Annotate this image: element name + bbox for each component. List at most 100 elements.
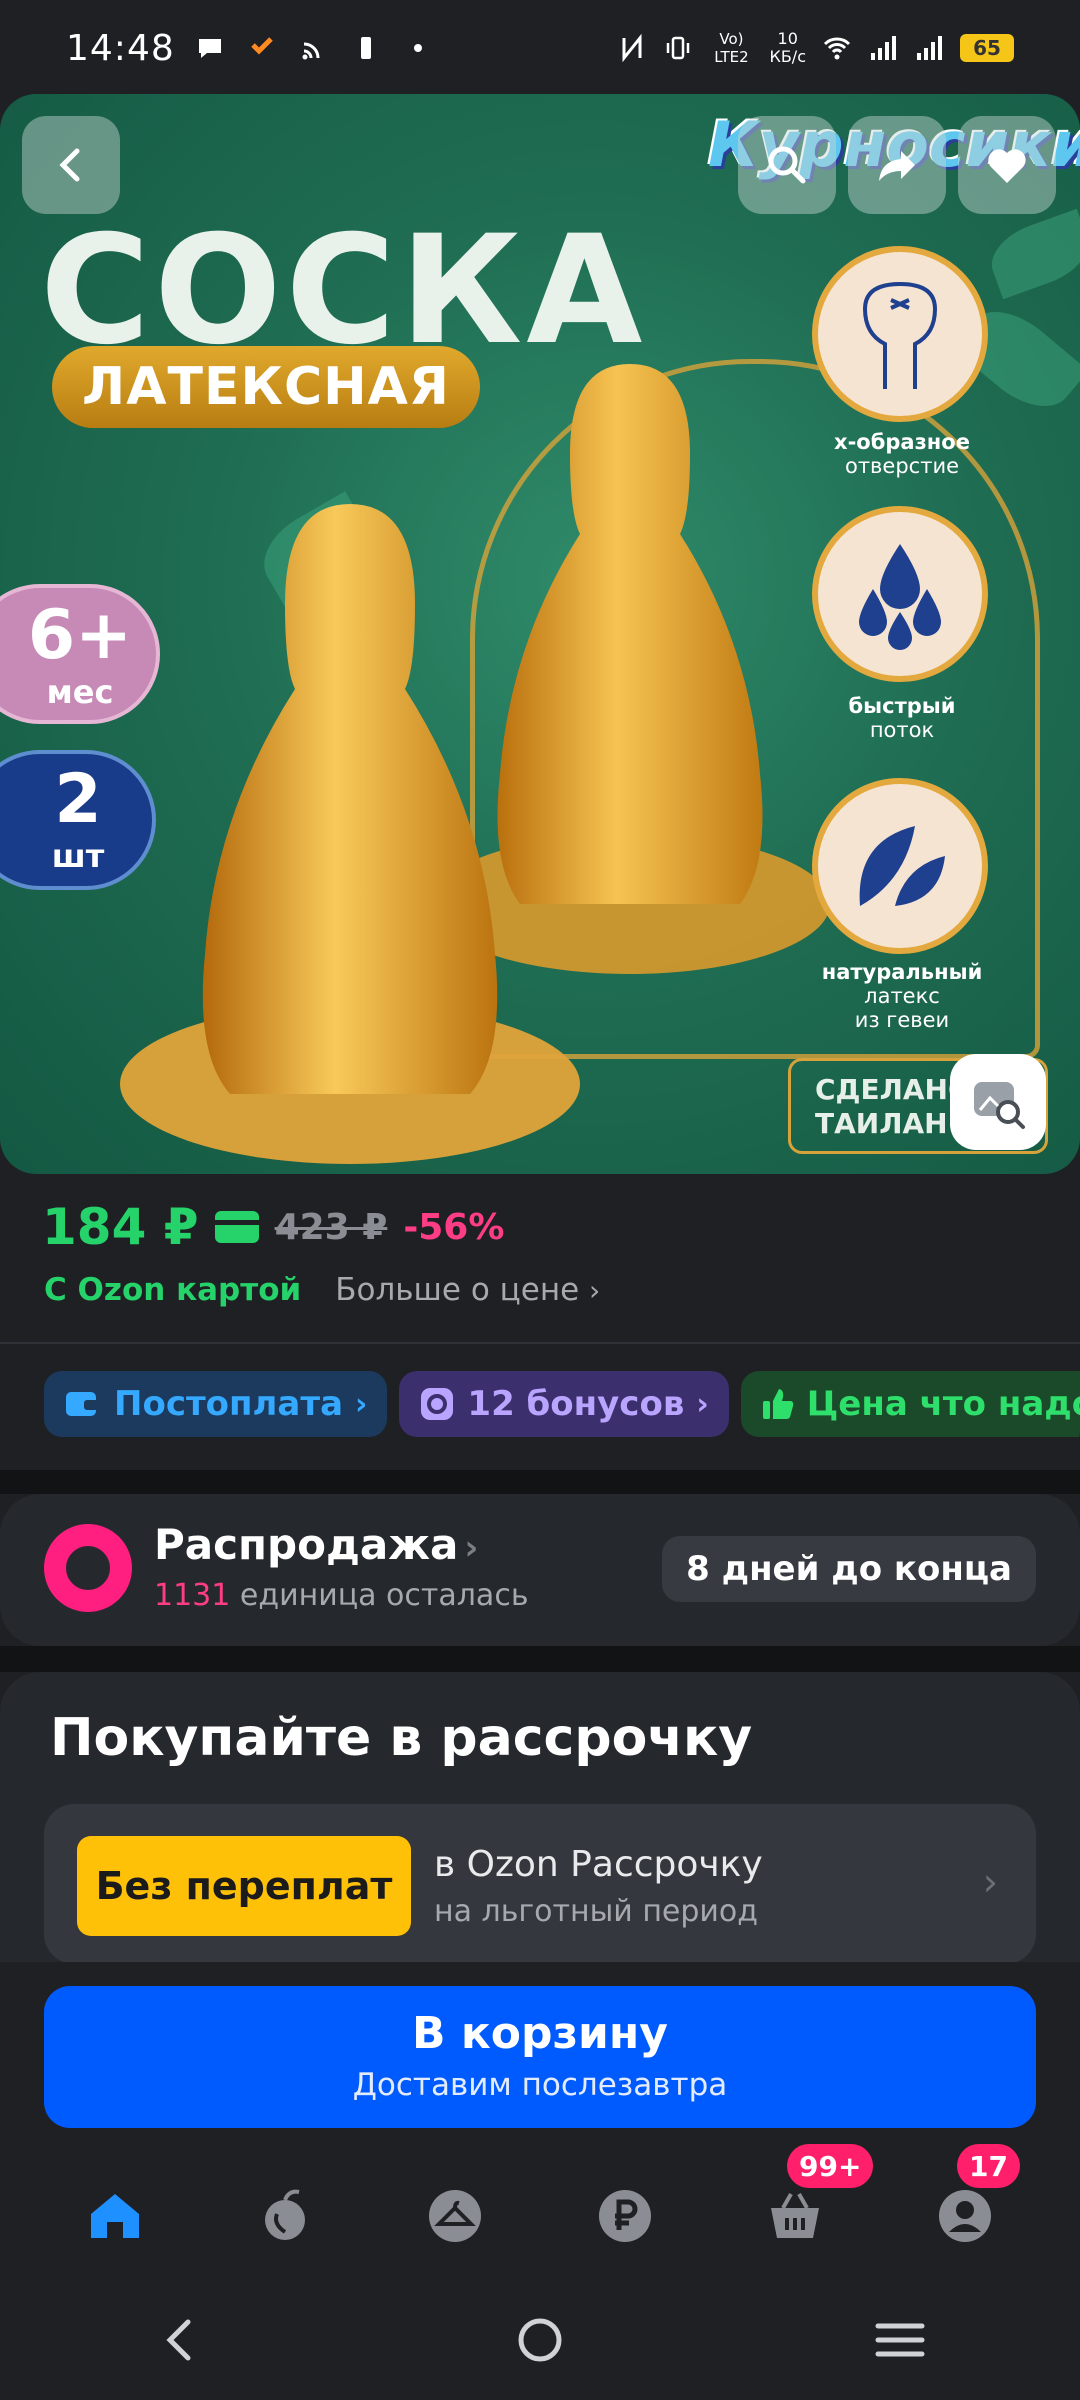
installment-option[interactable]: Без переплат в Ozon Рассрочку на льготны… xyxy=(44,1804,1036,1964)
sale-ring-icon xyxy=(44,1524,132,1612)
app-notification-icon xyxy=(250,37,273,55)
sale-count: 1131 xyxy=(154,1578,231,1613)
system-nav-bar xyxy=(0,2280,1080,2400)
installments-title: Покупайте в рассрочку xyxy=(50,1708,753,1768)
current-price: 184 ₽ xyxy=(42,1198,199,1256)
status-bar: 14:48 Vo) LTE2 10 КБ/с 65 xyxy=(0,0,1080,96)
chip-postpay[interactable]: Постоплата › xyxy=(44,1371,388,1437)
feature-label-line: быстрый xyxy=(848,694,956,718)
feature-label-line: натуральный xyxy=(821,960,983,984)
price-row: 184 ₽ 423 ₽ -56% xyxy=(42,1198,504,1256)
quantity-badge-value: 2 xyxy=(54,760,102,839)
leaf-decoration xyxy=(982,208,1080,300)
chevron-right-icon: › xyxy=(982,1860,998,1904)
net-speed-unit: КБ/с xyxy=(769,47,806,66)
thumbs-up-icon xyxy=(762,1389,793,1419)
feature-leaf-icon xyxy=(812,778,988,954)
signal-icon xyxy=(871,36,896,60)
feature-label-line: х-образное xyxy=(834,430,970,454)
nav-profile[interactable]: 17 xyxy=(925,2144,1020,2256)
chip-good-price[interactable]: Цена что надо xyxy=(740,1371,1080,1437)
nav-fresh[interactable] xyxy=(245,2176,325,2256)
network-type: Vo) LTE2 xyxy=(714,30,749,66)
ruble-icon xyxy=(599,2190,651,2242)
bonus-icon xyxy=(421,1388,454,1420)
apple-icon xyxy=(265,2189,305,2240)
age-badge-unit: мес xyxy=(46,673,114,711)
wifi-icon xyxy=(823,37,851,60)
image-search-button[interactable] xyxy=(950,1054,1046,1150)
back-button[interactable] xyxy=(22,116,120,214)
add-to-cart-button[interactable]: В корзину Доставим послезавтра xyxy=(44,1986,1036,2128)
favorite-button[interactable] xyxy=(958,116,1056,214)
feature-label-line: латекс xyxy=(864,984,940,1008)
feature-label-line: из гевеи xyxy=(854,1008,950,1032)
image-search-icon xyxy=(974,1082,1025,1129)
nav-cart[interactable]: 99+ xyxy=(755,2144,874,2256)
feature-hole-icon xyxy=(812,246,988,422)
feature-label-line: отверстие xyxy=(844,454,960,478)
cart-area: В корзину Доставим послезавтра xyxy=(0,1962,1080,2152)
net-speed-value: 10 xyxy=(777,29,798,48)
feature-label-latex: натуральный латекс из гевеи xyxy=(782,960,1022,1032)
share-button[interactable] xyxy=(848,116,946,214)
bottom-nav: 99+ 17 xyxy=(0,2144,1080,2280)
wallet-icon xyxy=(66,1392,100,1416)
sale-timer: 8 дней до конца xyxy=(662,1536,1036,1602)
status-notification-icons xyxy=(195,33,433,63)
cast-icon xyxy=(302,42,320,60)
installment-line2: на льготный период xyxy=(434,1894,759,1929)
chevron-right-icon: › xyxy=(589,1274,601,1307)
heart-icon xyxy=(988,149,1026,183)
age-badge-value: 6+ xyxy=(27,596,133,675)
quantity-badge-unit: шт xyxy=(51,837,105,875)
product-image[interactable]: СОСКА ЛАТЕКСНАЯ Курносики 6+ мес 2 шт х-… xyxy=(0,94,1080,1174)
chevron-right-icon: › xyxy=(696,1386,709,1422)
chevron-right-icon: › xyxy=(464,1528,479,1568)
home-icon xyxy=(91,2194,139,2238)
battery-saver-icon xyxy=(360,37,371,59)
age-badge: 6+ мес xyxy=(0,584,160,724)
search-button[interactable] xyxy=(738,116,836,214)
installments-card: Покупайте в рассрочку Без переплат в Ozo… xyxy=(0,1672,1080,2002)
delivery-label: Доставим послезавтра xyxy=(352,2067,728,2103)
price-details-link[interactable]: Больше о цене › xyxy=(335,1272,600,1308)
system-menu-icon[interactable] xyxy=(870,2310,930,2370)
chip-bonus-label: 12 бонусов xyxy=(467,1384,685,1424)
feature-flow-icon xyxy=(812,506,988,682)
cart-count-badge: 99+ xyxy=(787,2144,874,2188)
feature-label-hole: х-образное отверстие xyxy=(782,430,1022,478)
net-speed: 10 КБ/с xyxy=(769,30,806,66)
profile-count-badge: 17 xyxy=(957,2144,1020,2188)
system-home-icon[interactable] xyxy=(510,2310,570,2370)
vibrate-icon xyxy=(667,36,690,60)
sale-card[interactable]: Распродажа › 1131 единица осталась 8 дней… xyxy=(0,1494,1080,1646)
chip-good-price-label: Цена что надо xyxy=(806,1384,1080,1424)
price-details-label: Больше о цене xyxy=(335,1272,580,1308)
dot-icon xyxy=(413,44,422,52)
basket-icon xyxy=(771,2193,819,2238)
nfc-icon xyxy=(622,33,642,63)
installment-badge: Без переплат xyxy=(77,1836,411,1936)
nav-finance[interactable] xyxy=(585,2176,665,2256)
sale-title-text: Распродажа xyxy=(154,1520,459,1569)
section-gap xyxy=(0,1470,1080,1494)
system-back-icon[interactable] xyxy=(150,2310,210,2370)
share-icon xyxy=(879,151,915,181)
search-icon xyxy=(768,146,806,184)
status-system-icons: Vo) LTE2 10 КБ/с 65 xyxy=(617,30,1014,66)
sale-title: Распродажа › xyxy=(154,1520,478,1569)
old-price: 423 ₽ xyxy=(274,1206,388,1248)
nav-home[interactable] xyxy=(75,2176,155,2256)
chips-panel: Постоплата › 12 бонусов › Цена что надо xyxy=(0,1344,1080,1470)
hanger-icon xyxy=(429,2190,481,2242)
feature-label-line: поток xyxy=(869,718,935,742)
nav-catalog[interactable] xyxy=(415,2176,495,2256)
status-time: 14:48 xyxy=(66,27,175,69)
arrow-left-icon xyxy=(59,148,80,182)
feature-label-flow: быстрый поток xyxy=(782,694,1022,742)
chip-bonus[interactable]: 12 бонусов › xyxy=(399,1371,729,1437)
battery-indicator: 65 xyxy=(960,34,1014,62)
price-subline: С Ozon картой Больше о цене › xyxy=(44,1272,600,1308)
installment-line1: в Ozon Рассрочку xyxy=(434,1844,763,1885)
